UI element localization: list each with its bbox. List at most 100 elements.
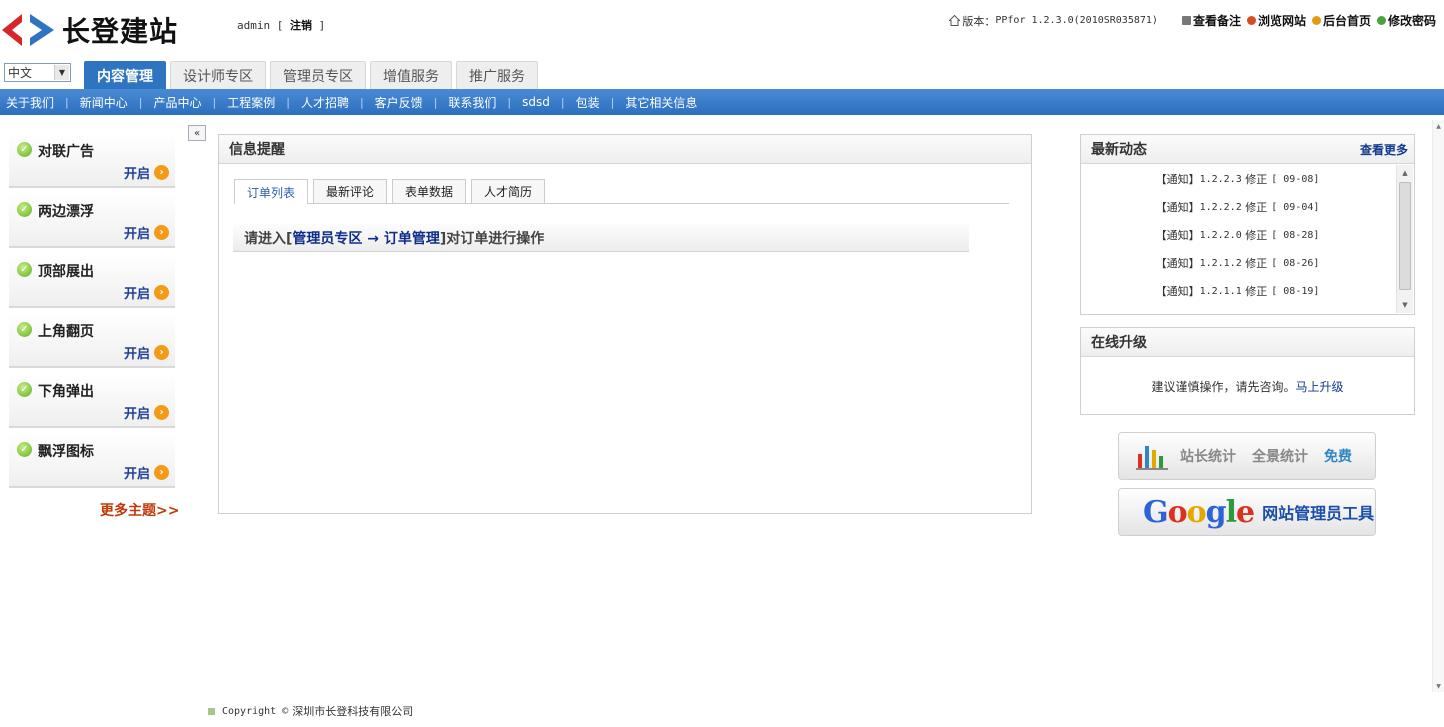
site-stats-button[interactable]: 站长统计 全景统计 免费	[1118, 432, 1376, 480]
arrow-right-icon: ›	[154, 225, 169, 240]
subnav-other-info[interactable]: 其它相关信息	[625, 94, 697, 111]
tab-promotion[interactable]: 推广服务	[456, 61, 538, 89]
copyright-text: Copyright ©	[222, 705, 289, 717]
bracket-close: ]	[318, 19, 326, 32]
enable-theme-button[interactable]: 开启 ›	[124, 283, 169, 302]
scroll-down-icon[interactable]: ▼	[1433, 680, 1444, 692]
list-item: ✓ 顶部展出 开启 ›	[9, 254, 175, 308]
subnav-separator: |	[286, 95, 290, 109]
scroll-up-icon[interactable]: ▲	[1433, 120, 1444, 132]
subnav-contact[interactable]: 联系我们	[448, 94, 496, 111]
change-password-link[interactable]: 修改密码	[1376, 12, 1436, 29]
subnav-separator: |	[610, 95, 615, 109]
info-panel: 信息提醒 订单列表 最新评论 表单数据 人才简历 请进入[ 管理员专区 → 订单…	[218, 134, 1032, 514]
subnav-about[interactable]: 关于我们	[6, 94, 54, 111]
check-circle-icon: ✓	[17, 262, 32, 277]
tab-content-management[interactable]: 内容管理	[84, 61, 166, 89]
language-value: 中文	[8, 66, 33, 80]
info-tabs: 订单列表 最新评论 表单数据 人才简历	[234, 179, 1009, 204]
enable-theme-button[interactable]: 开启 ›	[124, 163, 169, 182]
subnav-jobs[interactable]: 人才招聘	[301, 94, 349, 111]
theme-name: 下角弹出	[38, 384, 94, 400]
tab-latest-comments[interactable]: 最新评论	[313, 179, 388, 203]
tab-form-data[interactable]: 表单数据	[392, 179, 467, 203]
enable-label: 开启	[123, 287, 150, 302]
language-select[interactable]: 中文 ▼	[4, 63, 71, 82]
scroll-down-icon[interactable]: ▼	[1397, 297, 1413, 313]
news-item[interactable]: 【通知】 1.2.2.2 修正[ 09-04]	[1081, 193, 1394, 221]
check-circle-icon: ✓	[17, 322, 32, 337]
news-box: 最新动态 查看更多 【通知】 1.2.2.3 修正[ 09-08] 【通知】 1.2…	[1080, 134, 1415, 315]
enable-label: 开启	[123, 407, 150, 422]
subnav-news[interactable]: 新闻中心	[80, 94, 128, 111]
sidebar-collapse-button[interactable]: «	[188, 125, 206, 141]
main-tabs: 内容管理 设计师专区 管理员专区 增值服务 推广服务	[84, 61, 542, 89]
logo-mark-icon	[2, 14, 54, 46]
enable-theme-button[interactable]: 开启 ›	[124, 223, 169, 242]
subnav-separator: |	[433, 95, 438, 109]
news-item[interactable]: 【通知】 1.2.2.3 修正[ 09-08]	[1081, 165, 1394, 193]
subnav-separator: |	[560, 95, 565, 109]
house-icon	[949, 15, 961, 26]
news-scrollbar[interactable]: ▲ ▼	[1396, 165, 1413, 313]
news-tag: 【通知】	[1155, 285, 1200, 298]
view-notes-link[interactable]: 查看备注	[1181, 12, 1241, 29]
upgrade-title: 在线升级	[1091, 335, 1147, 351]
order-management-link[interactable]: 管理员专区 → 订单管理	[292, 228, 439, 248]
tab-value-added[interactable]: 增值服务	[370, 61, 452, 89]
view-more-link[interactable]: 查看更多	[1360, 141, 1408, 158]
google-logo-icon: Google	[1143, 494, 1255, 530]
tab-order-list[interactable]: 订单列表	[234, 179, 309, 204]
scroll-up-icon[interactable]: ▲	[1397, 165, 1413, 181]
news-item[interactable]: 【通知】 1.2.2.0 修正[ 08-28]	[1081, 221, 1394, 249]
news-version: 1.2.2.2	[1199, 201, 1242, 213]
arrow-right-icon: ›	[154, 465, 169, 480]
news-action: 修正	[1245, 285, 1268, 298]
google-webmaster-button[interactable]: Google 网站管理员工具	[1118, 488, 1376, 536]
stats-label: 站长统计	[1180, 449, 1236, 465]
tab-designer-zone[interactable]: 设计师专区	[170, 61, 266, 89]
check-circle-icon: ✓	[17, 442, 32, 457]
enable-theme-button[interactable]: 开启 ›	[124, 463, 169, 482]
check-circle-icon: ✓	[17, 382, 32, 397]
top-links: 版本： PPfor 1.2.3.0(2010SR035871) 查看备注 浏览网…	[949, 12, 1436, 29]
arrow-right-icon: ›	[154, 165, 169, 180]
news-version: 1.2.1.1	[1199, 285, 1242, 297]
news-action: 修正	[1245, 173, 1268, 186]
subnav-cases[interactable]: 工程案例	[227, 94, 275, 111]
upgrade-header: 在线升级	[1081, 328, 1414, 357]
news-item[interactable]: 【通知】 1.2.1.2 修正[ 08-26]	[1081, 249, 1394, 277]
admin-home-link[interactable]: 后台首页	[1311, 12, 1371, 29]
enable-theme-button[interactable]: 开启 ›	[124, 403, 169, 422]
subnav-separator: |	[212, 95, 217, 109]
tab-admin-zone[interactable]: 管理员专区	[270, 61, 366, 89]
news-tag: 【通知】	[1155, 173, 1200, 186]
more-themes-link[interactable]: 更多主题>>	[100, 500, 179, 520]
upgrade-hint: 建议谨慎操作，请先咨询。	[1151, 380, 1296, 394]
scroll-thumb[interactable]	[1399, 182, 1411, 290]
subnav-feedback[interactable]: 客户反馈	[375, 94, 423, 111]
chevron-down-icon: ▼	[54, 65, 69, 80]
logout-link[interactable]: 注销	[290, 19, 312, 32]
enable-label: 开启	[123, 467, 150, 482]
upgrade-now-link[interactable]: 马上升级	[1296, 380, 1344, 394]
subnav-sdsd[interactable]: sdsd	[522, 95, 550, 109]
arrow-right-icon: ›	[154, 345, 169, 360]
list-item: ✓ 对联广告 开启 ›	[9, 134, 175, 188]
browse-site-link[interactable]: 浏览网站	[1246, 12, 1306, 29]
news-item[interactable]: 【通知】 1.2.1.1 修正[ 08-19]	[1081, 277, 1394, 305]
subnav-products[interactable]: 产品中心	[153, 94, 201, 111]
free-label: 免费	[1324, 449, 1352, 465]
username: admin	[237, 19, 271, 32]
page-scrollbar[interactable]: ▲ ▼	[1432, 120, 1444, 692]
tab-resumes[interactable]: 人才简历	[471, 179, 546, 203]
news-date: [ 08-26]	[1271, 257, 1320, 269]
theme-name: 上角翻页	[38, 324, 94, 340]
enable-theme-button[interactable]: 开启 ›	[124, 343, 169, 362]
note-icon	[1181, 16, 1191, 25]
subnav-packaging[interactable]: 包装	[576, 94, 600, 111]
webmaster-tools-label: 网站管理员工具	[1262, 504, 1375, 523]
list-item: ✓ 两边漂浮 开启 ›	[9, 194, 175, 248]
subnav-separator: |	[359, 95, 364, 109]
panorama-stats-label: 全景统计	[1252, 449, 1308, 465]
